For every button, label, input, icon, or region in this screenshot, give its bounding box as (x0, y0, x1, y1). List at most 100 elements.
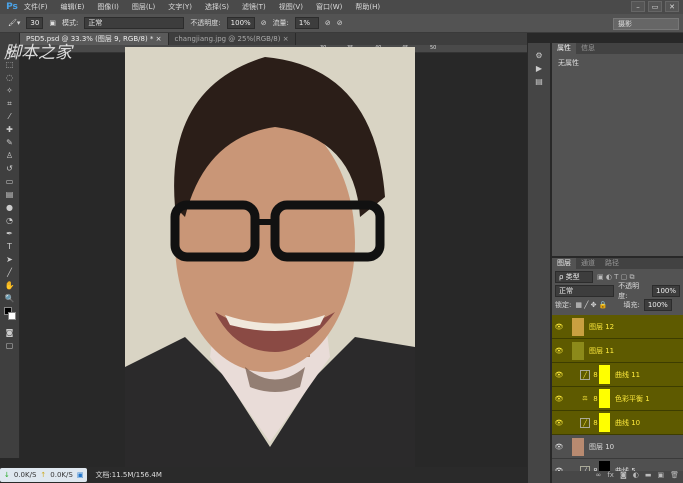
color-swatches[interactable] (4, 307, 16, 325)
opacity-input[interactable]: 100% (227, 17, 255, 29)
tab-layers[interactable]: 图层 (552, 258, 576, 269)
blend-mode-select[interactable]: 正常 (555, 285, 614, 297)
layer-thumbnail (572, 318, 584, 336)
minimize-button[interactable]: – (631, 1, 645, 12)
line-tool-icon[interactable]: ╱ (4, 268, 16, 278)
path-select-icon[interactable]: ➤ (4, 255, 16, 265)
layer-row[interactable]: 👁 图层 10 (552, 435, 683, 459)
tab-channels[interactable]: 通道 (576, 258, 600, 269)
brush-size-picker[interactable]: 30 (26, 17, 43, 29)
layer-name: 曲线 10 (615, 418, 640, 428)
zoom-tool-icon[interactable]: 🔍 (4, 294, 16, 304)
airbrush-icon[interactable]: ⊘ (325, 19, 331, 27)
delete-layer-icon[interactable]: 🗑 (670, 471, 679, 483)
layer-row[interactable]: 👁╱8曲线 10 (552, 411, 683, 435)
lasso-tool-icon[interactable]: ◌ (4, 73, 16, 83)
visibility-eye-icon[interactable]: 👁 (552, 371, 566, 379)
layer-row[interactable]: 👁⚖8色彩平衡 1 (552, 387, 683, 411)
network-icon: ▣ (77, 471, 84, 479)
eraser-icon[interactable]: ▭ (4, 177, 16, 187)
dodge-icon[interactable]: ◔ (4, 216, 16, 226)
blur-icon[interactable]: ● (4, 203, 16, 213)
brush-tool-icon[interactable]: 🖌▾ (8, 19, 20, 27)
menu-help[interactable]: 帮助(H) (355, 2, 380, 12)
menu-type[interactable]: 文字(Y) (168, 2, 192, 12)
layer-fill-input[interactable]: 100% (644, 299, 672, 311)
menu-view[interactable]: 视图(V) (279, 2, 303, 12)
tab-paths[interactable]: 路径 (600, 258, 624, 269)
visibility-eye-icon[interactable]: 👁 (552, 443, 566, 451)
type-tool-icon[interactable]: T (4, 242, 16, 252)
mode-label: 模式: (62, 18, 78, 28)
menu-select[interactable]: 选择(S) (205, 2, 229, 12)
layer-name: 图层 10 (589, 442, 614, 452)
workspace-select[interactable]: 摄影 (613, 18, 679, 30)
layer-list: 👁图层 12 👁图层 11 👁╱8曲线 11 👁⚖8色彩平衡 1 👁╱8曲线 1… (552, 315, 683, 483)
magic-wand-icon[interactable]: ✧ (4, 86, 16, 96)
lock-label: 锁定: (555, 300, 571, 310)
download-icon: ↓ (4, 471, 10, 479)
menu-layer[interactable]: 图层(L) (132, 2, 155, 12)
eyedropper-icon[interactable]: ⁄ (4, 112, 16, 122)
panel-icon-strip: ⚙ ▶ ▤ (527, 43, 550, 483)
layer-row[interactable]: 👁╱8曲线 11 (552, 363, 683, 387)
status-bar: ↓0.0K/S ↑0.0K/S ▣ 文档:11.5M/156.4M (0, 467, 527, 483)
link-layers-icon[interactable]: ∞ (596, 471, 602, 483)
gradient-icon[interactable]: ▤ (4, 190, 16, 200)
close-button[interactable]: ✕ (665, 1, 679, 12)
menu-filter[interactable]: 滤镜(T) (242, 2, 266, 12)
tab-close-icon[interactable]: × (283, 35, 289, 43)
visibility-eye-icon[interactable]: 👁 (552, 347, 566, 355)
tab-properties[interactable]: 属性 (552, 43, 576, 54)
pressure-opacity-icon[interactable]: ⊘ (261, 19, 267, 27)
fx-icon[interactable]: fx (607, 471, 614, 483)
info-panel-icon[interactable]: ▤ (533, 77, 545, 87)
clone-stamp-icon[interactable]: ♙ (4, 151, 16, 161)
brush-panel-icon[interactable]: ▣ (49, 19, 56, 27)
menu-image[interactable]: 图像(I) (97, 2, 119, 12)
restore-button[interactable]: ▭ (648, 1, 662, 12)
pen-tool-icon[interactable]: ✒ (4, 229, 16, 239)
screen-mode-icon[interactable]: ▢ (4, 341, 16, 351)
visibility-eye-icon[interactable]: 👁 (552, 395, 566, 403)
tab-changjiang[interactable]: changjiang.jpg @ 25%(RGB/8) × (169, 33, 296, 45)
healing-brush-icon[interactable]: ✚ (4, 125, 16, 135)
opacity-label: 不透明度: (190, 18, 220, 28)
lock-icons[interactable]: ▦ ╱ ✥ 🔒 (575, 301, 607, 309)
hand-tool-icon[interactable]: ✋ (4, 281, 16, 291)
flow-label: 流量: (273, 18, 289, 28)
menu-file[interactable]: 文件(F) (24, 2, 48, 12)
mode-select[interactable]: 正常 (84, 17, 184, 29)
visibility-eye-icon[interactable]: 👁 (552, 419, 566, 427)
watermark-text: 脚本之家 (4, 38, 72, 63)
actions-panel-icon[interactable]: ▶ (533, 64, 545, 74)
layer-row[interactable]: 👁图层 11 (552, 339, 683, 363)
new-layer-icon[interactable]: ▣ (657, 471, 664, 483)
download-speed: 0.0K/S (14, 471, 37, 479)
link-icon: 8 (592, 419, 599, 427)
layer-filter-select[interactable]: ρ 类型 (555, 271, 593, 283)
menu-window[interactable]: 窗口(W) (316, 2, 342, 12)
add-mask-icon[interactable]: ◙ (620, 471, 627, 483)
history-brush-icon[interactable]: ↺ (4, 164, 16, 174)
canvas-photo[interactable] (125, 47, 415, 473)
curves-icon: ╱ (580, 370, 590, 380)
tab-close-icon[interactable]: × (156, 35, 162, 43)
adjustment-layer-icon[interactable]: ◐ (633, 471, 639, 483)
tab-label: changjiang.jpg @ 25%(RGB/8) (175, 35, 281, 43)
brush-tool-icon[interactable]: ✎ (4, 138, 16, 148)
flow-input[interactable]: 1% (295, 17, 319, 29)
layer-thumbnail (572, 342, 584, 360)
crop-tool-icon[interactable]: ⌗ (4, 99, 16, 109)
history-panel-icon[interactable]: ⚙ (533, 51, 545, 61)
menu-edit[interactable]: 编辑(E) (61, 2, 85, 12)
pressure-size-icon[interactable]: ⊘ (337, 19, 343, 27)
new-group-icon[interactable]: ▬ (645, 471, 652, 483)
options-bar: 🖌▾ 30 ▣ 模式: 正常 不透明度: 100% ⊘ 流量: 1% ⊘ ⊘ 摄… (0, 14, 683, 33)
layer-opacity-input[interactable]: 100% (652, 285, 680, 297)
visibility-eye-icon[interactable]: 👁 (552, 323, 566, 331)
layer-mask (599, 389, 610, 408)
layer-row[interactable]: 👁图层 12 (552, 315, 683, 339)
tab-info[interactable]: 信息 (576, 43, 600, 54)
quick-mask-icon[interactable]: ◙ (4, 328, 16, 338)
